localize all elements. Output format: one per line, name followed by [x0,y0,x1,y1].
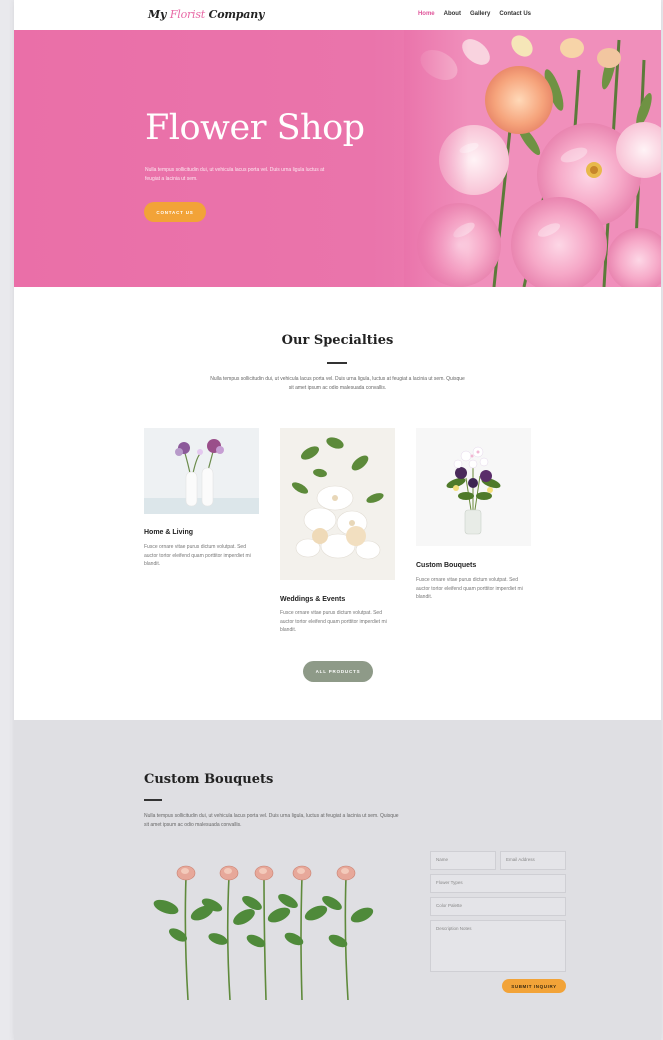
specialties-text: Nulla tempus sollicitudin dui, ut vehicu… [210,376,465,391]
nav-about[interactable]: About [444,11,461,17]
description-notes-field[interactable]: Description Notes [430,920,566,972]
card-weddings-events[interactable]: Weddings & Events Fusce ornare vitae pur… [280,428,395,633]
hero-section: Flower Shop Nulla tempus sollicitudin du… [14,30,661,287]
card-home-living[interactable]: Home & Living Fusce ornare vitae purus d… [144,428,259,567]
navbar: My Florist Company Home About Gallery Co… [14,0,661,30]
card-title-weddings-events: Weddings & Events [280,596,346,603]
nav-gallery[interactable]: Gallery [470,11,490,17]
nav-home[interactable]: Home [418,11,435,17]
logo-text-1: My [148,8,170,21]
submit-inquiry-button[interactable]: SUBMIT INQUIRY [502,979,566,993]
card-text-weddings-events: Fusce ornare vitae purus dictum volutpat… [280,610,387,633]
logo-accent: Florist [169,8,206,21]
all-products-button[interactable]: ALL PRODUCTS [303,661,373,682]
flower-types-field[interactable]: Flower Types [430,874,566,893]
contact-us-button[interactable]: CONTACT US [144,202,206,222]
logo-text-2: Company [205,8,265,21]
hero-title: Flower Shop [145,108,365,148]
logo[interactable]: My Florist Company [148,8,264,21]
color-palette-field[interactable]: Color Palette [430,897,566,916]
specialties-title: Our Specialties [281,333,394,348]
roses-image [153,865,374,1001]
custom-bouquets-divider [144,799,162,801]
main-nav: Home About Gallery Contact Us [418,11,531,17]
hero-text: Nulla tempus sollicitudin dui, ut vehicu… [145,167,325,182]
email-field[interactable]: Email Address [500,851,566,870]
card-text-custom-bouquets: Fusce ornare vitae purus dictum volutpat… [416,577,523,600]
page: My Florist Company Home About Gallery Co… [14,0,661,1040]
nav-contact[interactable]: Contact Us [499,11,531,17]
home-living-image [144,428,259,514]
custom-bouquets-image [416,428,531,546]
specialties-divider [327,362,347,364]
name-field[interactable]: Name [430,851,496,870]
card-custom-bouquets[interactable]: Custom Bouquets Fusce ornare vitae purus… [416,428,531,600]
card-title-home-living: Home & Living [144,529,194,536]
custom-bouquets-section: Custom Bouquets Nulla tempus sollicitudi… [14,720,661,1040]
hero-flower-image [404,30,661,287]
custom-bouquets-text: Nulla tempus sollicitudin dui, ut vehicu… [144,813,399,828]
custom-bouquets-title: Custom Bouquets [144,772,274,787]
card-title-custom-bouquets: Custom Bouquets [416,562,477,569]
weddings-events-image [280,428,395,580]
card-text-home-living: Fusce ornare vitae purus dictum volutpat… [144,544,251,567]
